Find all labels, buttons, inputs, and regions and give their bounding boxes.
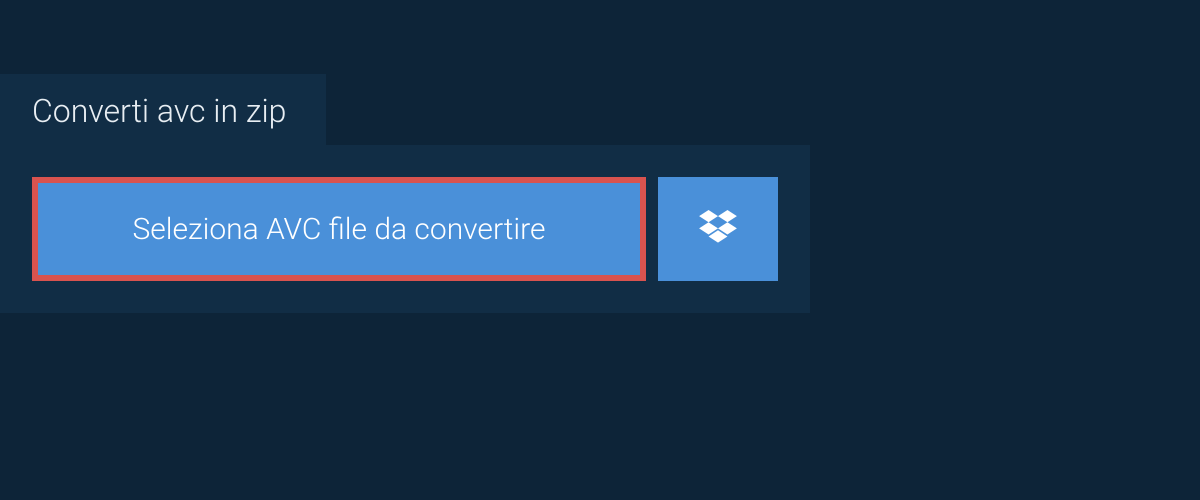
- dropbox-icon: [699, 210, 737, 248]
- converter-page: Converti avc in zip Seleziona AVC file d…: [0, 0, 1200, 500]
- tab-title: Converti avc in zip: [0, 74, 326, 148]
- select-file-button[interactable]: Seleziona AVC file da convertire: [32, 177, 646, 281]
- dropbox-button[interactable]: [658, 177, 778, 281]
- tab-title-text: Converti avc in zip: [32, 92, 286, 130]
- upload-panel: Seleziona AVC file da convertire: [0, 145, 810, 313]
- select-file-label: Seleziona AVC file da convertire: [132, 212, 545, 247]
